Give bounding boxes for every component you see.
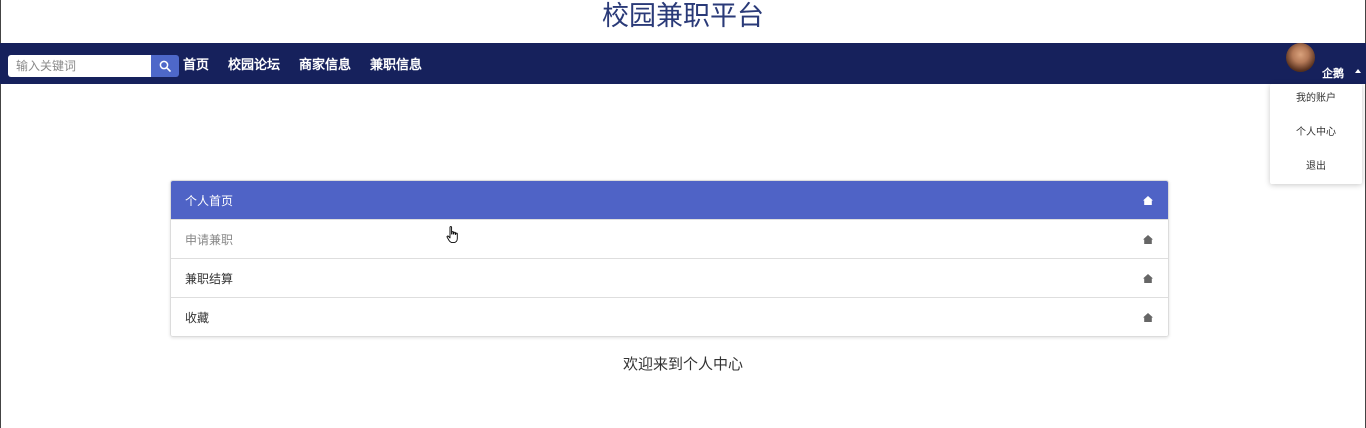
hand-cursor-icon [446,226,458,244]
nav-links: 首页 校园论坛 商家信息 兼职信息 [183,43,441,84]
dropdown-item-personal-center[interactable]: 个人中心 [1270,118,1362,152]
menu-item-job-settlement[interactable]: 兼职结算 [171,258,1168,297]
personal-menu: 个人首页 申请兼职 兼职结算 收藏 [170,180,1169,337]
menu-item-favorites[interactable]: 收藏 [171,297,1168,336]
caret-up-icon[interactable] [1355,69,1361,73]
menu-item-label: 申请兼职 [185,232,234,247]
home-icon [1143,273,1153,283]
nav-link-merchants[interactable]: 商家信息 [299,54,351,73]
nav-link-forum[interactable]: 校园论坛 [228,54,280,73]
home-icon [1143,312,1153,322]
search-bar [8,55,179,77]
menu-item-label: 收藏 [185,310,210,325]
home-icon [1143,234,1153,244]
menu-item-apply-job[interactable]: 申请兼职 [171,219,1168,258]
welcome-message: 欢迎来到个人中心 [622,355,743,373]
menu-item-personal-home[interactable]: 个人首页 [171,181,1168,219]
home-icon [1143,195,1153,205]
search-icon [159,60,171,72]
site-title: 校园兼职平台 [602,1,764,32]
search-button[interactable] [151,55,179,77]
user-dropdown-menu: 我的账户 个人中心 退出 [1270,84,1362,184]
menu-item-label: 个人首页 [185,193,234,208]
dropdown-item-my-account[interactable]: 我的账户 [1270,84,1362,118]
menu-item-label: 兼职结算 [185,271,234,286]
nav-link-jobs[interactable]: 兼职信息 [370,54,422,73]
dropdown-item-logout[interactable]: 退出 [1270,152,1362,186]
user-avatar[interactable] [1286,43,1315,72]
nav-link-home[interactable]: 首页 [183,54,209,73]
search-input[interactable] [8,55,151,77]
user-name[interactable]: 企鹅 [1322,65,1344,81]
top-navbar: 首页 校园论坛 商家信息 兼职信息 企鹅 [0,43,1366,84]
